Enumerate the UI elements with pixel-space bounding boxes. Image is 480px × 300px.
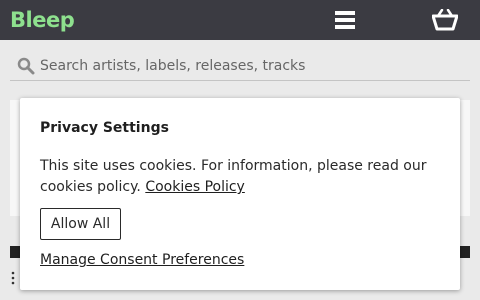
basket-icon (431, 8, 459, 31)
cookies-policy-link[interactable]: Cookies Policy (145, 179, 245, 195)
top-navigation-bar: Bleep (0, 0, 480, 40)
search-input[interactable] (40, 54, 460, 78)
dialog-body: This site uses cookies. For information,… (40, 156, 444, 198)
search-bar (10, 50, 470, 81)
dialog-title: Privacy Settings (40, 120, 169, 136)
more-options-icon (11, 271, 15, 285)
privacy-settings-dialog: Privacy Settings This site uses cookies.… (20, 98, 460, 290)
search-icon[interactable] (17, 57, 35, 75)
basket-button[interactable] (431, 8, 459, 31)
hamburger-menu-icon (335, 11, 355, 29)
hamburger-menu-button[interactable] (334, 9, 356, 31)
allow-all-button[interactable]: Allow All (40, 208, 121, 240)
bleep-logo[interactable]: Bleep (10, 7, 75, 33)
manage-consent-preferences-link[interactable]: Manage Consent Preferences (40, 250, 244, 270)
